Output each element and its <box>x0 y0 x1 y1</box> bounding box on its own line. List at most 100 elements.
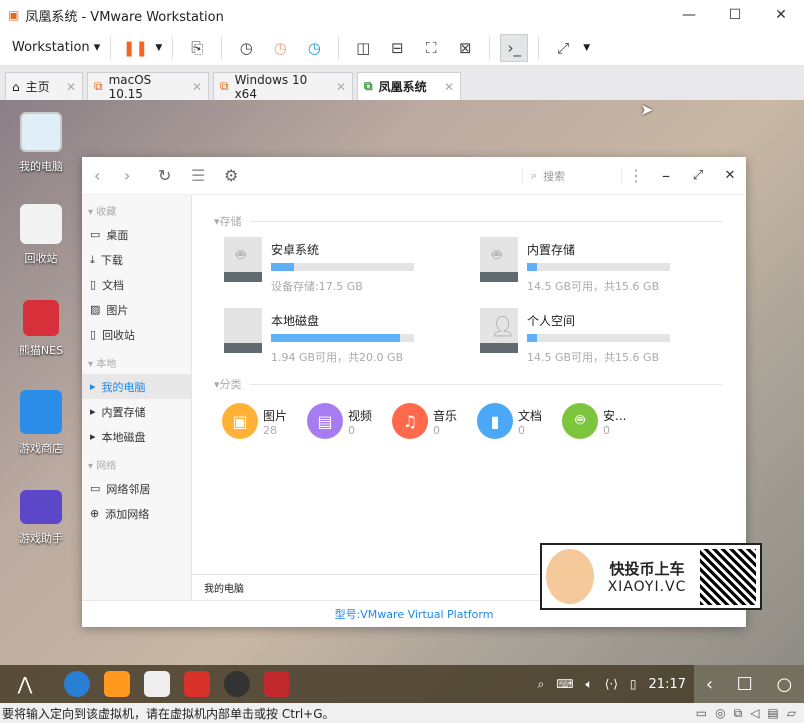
label: 网络 <box>96 461 117 472</box>
minimize-button[interactable]: — <box>666 0 712 30</box>
sidebar-item-pictures[interactable]: ▨ 图片 <box>82 297 191 322</box>
tab-macos[interactable]: ⧉ macOS 10.15 ✕ <box>87 72 209 101</box>
tab-windows10[interactable]: ⧉ Windows 10 x64 ✕ <box>213 72 353 101</box>
expand-arrow-icon: ▸ <box>90 380 96 393</box>
sidebar-item-desktop[interactable]: ▭ 桌面 <box>82 222 191 247</box>
desktop-label: 回收站 <box>24 252 58 265</box>
category-documents[interactable]: ▮ 文档 0 <box>477 403 557 443</box>
breadcrumb-item[interactable]: 我的电脑 <box>204 580 244 595</box>
close-icon[interactable]: ✕ <box>714 168 746 183</box>
forward-icon[interactable]: › <box>124 166 158 185</box>
file-app-icon[interactable] <box>104 671 130 697</box>
desktop-icon-recycle-bin[interactable]: 回收站 <box>6 204 76 266</box>
sidebar-item-recycle-bin[interactable]: ▯ 回收站 <box>82 322 191 347</box>
refresh-icon[interactable]: ↻ <box>158 166 191 185</box>
recent-circle-icon[interactable]: ○ <box>776 674 792 695</box>
tab-phoenix[interactable]: ⧉ 凤凰系统 ✕ <box>357 72 461 100</box>
drive-icon: 👤︎ <box>480 308 518 353</box>
browser-app-icon[interactable] <box>64 671 90 697</box>
drive-android-system[interactable]: 🤖︎ 安卓系统 设备存储:17.5 GB <box>224 237 454 293</box>
category-apps[interactable]: 🤖︎ 安... 0 <box>562 403 642 443</box>
panda-nes-icon <box>23 300 59 336</box>
desktop-icon-my-computer[interactable]: 我的电脑 <box>6 112 76 174</box>
start-menu-icon[interactable]: ⋀ <box>0 665 50 703</box>
workstation-menu[interactable]: Workstation ▾ <box>12 40 100 55</box>
home-square-icon[interactable]: ☐ <box>737 674 753 695</box>
thumbnail-view-icon[interactable]: ⊟ <box>383 34 411 62</box>
notes-app-icon[interactable] <box>144 671 170 697</box>
drive-name: 本地磁盘 <box>271 314 320 328</box>
watermark-text: 快投币上车 <box>609 560 685 578</box>
network-adapter-icon[interactable]: ⧉ <box>734 706 743 721</box>
close-button[interactable]: ✕ <box>758 0 804 30</box>
keyboard-icon[interactable]: ⌨ <box>556 677 573 691</box>
library-view-icon[interactable]: ◫ <box>349 34 377 62</box>
close-tab-icon[interactable]: ✕ <box>56 80 76 94</box>
drive-name: 内置存储 <box>527 243 576 257</box>
sidebar-item-internal-storage[interactable]: ▸ 内置存储 <box>82 399 191 424</box>
settings-icon[interactable]: ⚙ <box>224 166 238 185</box>
close-tab-icon[interactable]: ✕ <box>182 80 202 94</box>
category-videos[interactable]: ▤ 视频 0 <box>307 403 387 443</box>
snapshot-icon[interactable]: ◷ <box>232 34 260 62</box>
more-menu-icon[interactable]: ⋮ <box>622 166 650 185</box>
clock: 21:17 <box>648 676 686 692</box>
unity-icon[interactable]: ⊠ <box>451 34 479 62</box>
toolbar: Workstation ▾ ❚❚ ▼ ⎘ ◷ ◷ ◷ ◫ ⊟ ⛶ ⊠ ›_ ⤢ ▼ <box>0 30 804 66</box>
drive-internal-storage[interactable]: 🤖︎ 内置存储 14.5 GB可用，共15.6 GB <box>480 237 710 293</box>
category-count: 0 <box>518 424 525 437</box>
file-manager-header: ‹ › ↻ ☰ ⚙ ⌕ 搜索 ⋮ – ⤢ ✕ <box>82 157 746 195</box>
sidebar-item-documents[interactable]: ▯ 文档 <box>82 272 191 297</box>
back-icon[interactable]: ‹ <box>706 674 713 695</box>
category-pictures[interactable]: ▣ 图片 28 <box>222 403 302 443</box>
hard-disk-icon[interactable]: ▭ <box>696 706 707 721</box>
desktop-icon-game-assistant[interactable]: 游戏助手 <box>6 490 76 546</box>
category-section-header: ▾ 分类 <box>214 376 722 392</box>
usage-bar <box>527 334 670 342</box>
volume-icon[interactable]: 🔈︎ <box>586 677 593 692</box>
list-view-icon[interactable]: ☰ <box>191 166 224 185</box>
drive-local-disk[interactable]: 本地磁盘 1.94 GB可用，共20.0 GB <box>224 308 454 364</box>
sidebar-item-my-computer[interactable]: ▸ 我的电脑 <box>82 374 191 399</box>
send-ctrl-alt-del-icon[interactable]: ⎘ <box>183 34 211 62</box>
sidebar-item-local-disk[interactable]: ▸ 本地磁盘 <box>82 424 191 449</box>
category-music[interactable]: ♫ 音乐 0 <box>392 403 472 443</box>
settings-app-icon[interactable] <box>224 671 250 697</box>
search-placeholder: 搜索 <box>543 169 566 183</box>
search-input[interactable]: ⌕ 搜索 <box>522 167 622 184</box>
tab-home[interactable]: ⌂ 主页 ✕ <box>5 72 83 100</box>
sidebar-item-network-neighborhood[interactable]: ▭ 网络邻居 <box>82 476 191 501</box>
maximize-button[interactable]: ☐ <box>712 0 758 30</box>
notes-icon[interactable]: ▱ <box>787 706 796 721</box>
stretch-icon[interactable]: ⤢ <box>549 34 577 62</box>
sidebar-item-downloads[interactable]: ⤓ 下载 <box>82 247 191 272</box>
panda-app-icon[interactable] <box>264 671 290 697</box>
tab-label: macOS 10.15 <box>108 72 152 101</box>
cd-icon[interactable]: ◎ <box>715 706 725 721</box>
drive-personal-space[interactable]: 👤︎ 个人空间 14.5 GB可用，共15.6 GB <box>480 308 710 364</box>
minimize-icon[interactable]: – <box>650 166 682 185</box>
revert-snapshot-icon[interactable]: ◷ <box>266 34 294 62</box>
vm-running-icon: ⧉ <box>364 79 373 93</box>
pause-icon[interactable]: ❚❚ <box>121 34 149 62</box>
network-icon[interactable]: ⟨·⟩ <box>605 677 618 691</box>
close-tab-icon[interactable]: ✕ <box>434 80 454 94</box>
fullscreen-icon[interactable]: ⛶ <box>417 34 445 62</box>
desktop-icon-panda-nes[interactable]: 熊猫NES <box>6 300 76 358</box>
console-view-icon[interactable]: ›_ <box>500 33 529 62</box>
maximize-icon[interactable]: ⤢ <box>682 168 714 183</box>
wps-app-icon[interactable] <box>184 671 210 697</box>
usb-icon[interactable]: ▤ <box>767 706 778 721</box>
close-tab-icon[interactable]: ✕ <box>326 80 346 94</box>
snapshot-manager-icon[interactable]: ◷ <box>300 34 328 62</box>
label: 文档 <box>102 278 125 292</box>
sidebar-item-add-network[interactable]: ⊕ 添加网络 <box>82 501 191 526</box>
desktop-icon-game-store[interactable]: 游戏商店 <box>6 390 76 456</box>
drive-capacity: 14.5 GB可用，共15.6 GB <box>527 280 660 293</box>
music-icon: ♫ <box>392 403 428 439</box>
drive-capacity: 1.94 GB可用，共20.0 GB <box>271 351 404 364</box>
back-icon[interactable]: ‹ <box>94 166 124 185</box>
search-icon[interactable]: ⌕ <box>537 677 544 692</box>
tab-label: 凤凰系统 <box>378 80 427 94</box>
sound-icon[interactable]: ◁ <box>750 706 759 721</box>
